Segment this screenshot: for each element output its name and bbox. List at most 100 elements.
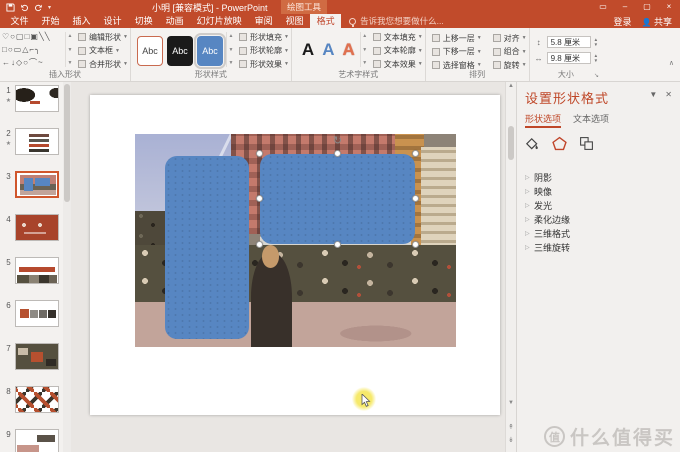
shape-style-preset[interactable]: Abc [166,36,193,66]
ribbon-button[interactable]: 文本填充 ▼ [372,31,423,43]
ribbon-button[interactable]: 对齐 ▼ [492,32,527,44]
slide-thumbnail-image[interactable] [15,128,59,155]
shape-gallery-scroll[interactable]: ▲ ▼ ▼ [65,32,74,67]
tell-me-search[interactable]: 告诉我您想要做什么... [349,14,444,28]
minimize-icon[interactable]: – [614,0,636,14]
ribbon-tab[interactable]: 视图 [279,14,310,28]
style-gallery-scroll[interactable]: ▲ ▼ ▼ [225,32,235,67]
wordart-preset[interactable]: A [302,40,314,60]
ribbon-button[interactable]: 文本轮廓 ▼ [372,45,423,57]
wordart-preset[interactable]: A [322,40,334,60]
resize-handle-top-middle[interactable] [333,150,341,157]
shape-gallery[interactable]: ♡○▢□▣╲╲ □○▭△⌐╮ ←↓◇○⌒~ [2,31,64,69]
ribbon-button[interactable]: 编辑形状 ▼ [78,31,128,43]
resize-handle-top-right[interactable] [412,150,419,157]
panel-section-row[interactable]: ▷ 三维格式 [525,226,672,240]
rounded-rectangle-shape-selected[interactable]: ↻ [256,135,419,248]
close-icon[interactable]: × [658,0,680,14]
ribbon-button[interactable]: 文本框 ▼ [78,45,128,57]
width-stepper[interactable]: ▲ ▼ [594,53,598,63]
slide-thumbnail-image[interactable] [15,257,59,284]
sign-in-button[interactable]: 登录 [613,15,631,28]
slide-thumbnail-image[interactable] [15,300,59,327]
scroll-up-icon[interactable]: ▲ [506,83,516,89]
canvas-scrollbar[interactable]: ▲ ▼ ↟ ↡ [505,82,516,452]
shape-height-input[interactable]: 5.8 厘米 [546,36,591,48]
save-icon[interactable] [6,2,15,12]
rotate-handle-icon[interactable]: ↻ [332,135,344,147]
ribbon-tab[interactable]: 幻灯片放映 [190,14,248,28]
panel-close-icon[interactable]: ✕ [665,90,672,99]
panel-section-row[interactable]: ▷ 映像 [525,184,672,198]
ribbon-button[interactable]: 形状填充 ▼ [238,31,289,43]
ribbon-tab[interactable]: 格式 [310,14,342,28]
undo-icon[interactable] [20,3,29,12]
thumbnail-scrollbar-thumb[interactable] [64,84,70,202]
slide-thumbnail[interactable]: 7 ★ [0,343,63,386]
ribbon-options-icon[interactable]: ▭ [592,0,614,14]
ribbon-tab[interactable]: 文件 [4,14,35,28]
ribbon-tab[interactable]: 动画 [159,14,190,28]
ribbon-tab[interactable]: 插入 [66,14,97,28]
slide-thumbnail[interactable]: 2 ★ [0,128,63,171]
shape-width-input[interactable]: 9.8 厘米 [546,52,591,64]
panel-section-row[interactable]: ▷ 三维旋转 [525,240,672,254]
slide-thumbnail[interactable]: 8 ★ [0,386,63,429]
tab-text-options[interactable]: 文本选项 [573,112,609,128]
shape-gallery-row[interactable]: □○▭△⌐╮ [2,44,64,56]
wordart-gallery-scroll[interactable]: ▲ ▼ ▼ [359,32,369,67]
redo-icon[interactable] [34,3,43,12]
maximize-icon[interactable]: ▢ [636,0,658,14]
ribbon-tab[interactable]: 审阅 [248,14,279,28]
slide-thumbnail-image[interactable] [15,386,59,413]
resize-handle-bottom-left[interactable] [256,241,263,248]
resize-handle-bottom-right[interactable] [412,241,419,248]
slide-thumbnail[interactable]: 4 ★ [0,214,63,257]
shape-style-preset-selected[interactable]: Abc [193,33,226,69]
resize-handle-middle-left[interactable] [256,195,263,202]
shape-gallery-row[interactable]: ←↓◇○⌒~ [2,57,64,69]
slide-thumbnail-image[interactable] [15,85,59,112]
fill-line-icon[interactable] [525,136,540,156]
height-stepper[interactable]: ▲ ▼ [594,37,598,47]
ribbon-tab[interactable]: 开始 [35,14,66,28]
next-slide-icon[interactable]: ↡ [506,436,516,444]
ribbon-tab[interactable]: 设计 [97,14,128,28]
slide-surface[interactable]: ↻ [90,95,500,415]
ribbon-button[interactable]: 形状轮廓 ▼ [238,45,289,57]
collapse-ribbon-icon[interactable]: ∧ [669,59,674,67]
thumbnail-scrollbar[interactable] [63,82,71,452]
resize-handle-top-left[interactable] [256,150,263,157]
slide-thumbnail[interactable]: 1 ★ [0,85,63,128]
resize-handle-bottom-middle[interactable] [333,241,341,248]
slide-thumbnail-image[interactable] [15,429,59,452]
dialog-launcher-icon[interactable]: ↘ [594,72,599,79]
slide-thumbnail[interactable]: 6 ★ [0,300,63,343]
slide-thumbnail[interactable]: 3 ★ [0,171,63,214]
panel-section-row[interactable]: ▷ 发光 [525,198,672,212]
ribbon-tab[interactable]: 切换 [128,14,159,28]
resize-handle-middle-right[interactable] [412,195,419,202]
size-properties-icon[interactable] [579,136,594,156]
shape-gallery-row[interactable]: ♡○▢□▣╲╲ [2,31,64,43]
effects-icon[interactable] [552,136,567,156]
share-button[interactable]: 👤 共享 [642,15,673,28]
slide-thumbnail[interactable]: 5 ★ [0,257,63,300]
panel-section-row[interactable]: ▷ 阴影 [525,170,672,184]
canvas-scrollbar-thumb[interactable] [508,126,514,160]
slide-thumbnail-image[interactable] [15,171,59,198]
shape-style-preset[interactable]: Abc [136,36,163,66]
panel-menu-caret-icon[interactable]: ▼ [649,90,657,99]
scroll-down-icon[interactable]: ▼ [506,400,516,406]
slide-thumbnail-image[interactable] [15,343,59,370]
qat-customize-icon[interactable]: ▾ [48,4,51,11]
ribbon-button[interactable]: 组合 ▼ [492,46,527,58]
ribbon-button[interactable]: 下移一层 ▼ [431,46,482,58]
slide-thumbnail[interactable]: 9 ★ [0,429,63,452]
panel-section-row[interactable]: ▷ 柔化边缘 [525,212,672,226]
tab-shape-options[interactable]: 形状选项 [525,112,562,128]
slide-thumbnail-image[interactable] [15,214,59,241]
previous-slide-icon[interactable]: ↟ [506,423,516,431]
ribbon-button[interactable]: 上移一层 ▼ [431,32,482,44]
wordart-preset[interactable]: A [342,40,354,60]
